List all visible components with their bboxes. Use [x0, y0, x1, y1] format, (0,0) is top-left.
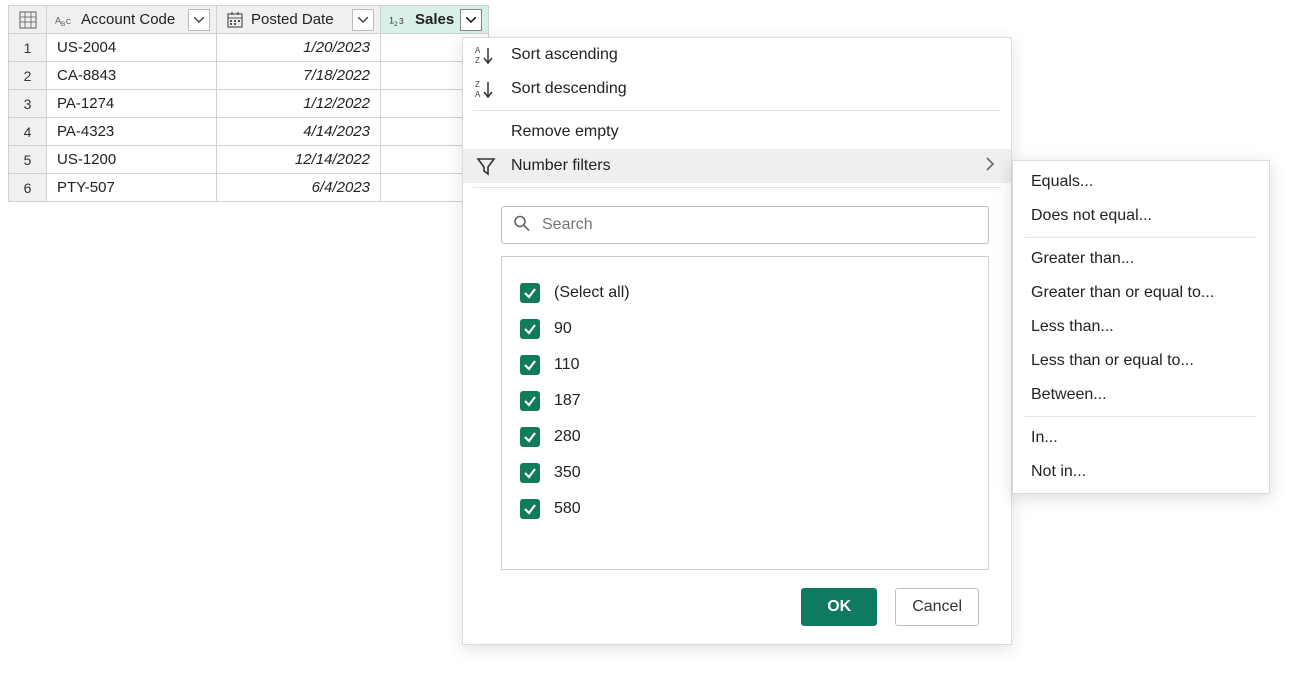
row-number[interactable]: 4 [9, 118, 47, 146]
filter-value-checkbox[interactable]: 110 [520, 347, 988, 383]
column-header-sales[interactable]: 123 Sales [381, 6, 489, 34]
cell-posted-date[interactable]: 12/14/2022 [217, 146, 381, 174]
greater-than-item[interactable]: Greater than... [1013, 242, 1269, 276]
checkbox-checked-icon [520, 499, 540, 519]
filter-value-checkbox[interactable]: 187 [520, 383, 988, 419]
checkbox-label: 280 [554, 428, 581, 446]
row-number[interactable]: 1 [9, 34, 47, 62]
svg-text:C: C [66, 17, 72, 26]
checkbox-checked-icon [520, 319, 540, 339]
checkbox-label: (Select all) [554, 284, 630, 302]
sort-ascending-item[interactable]: AZ Sort ascending [463, 38, 1011, 72]
cell-account-code[interactable]: PTY-507 [47, 174, 217, 202]
cancel-button[interactable]: Cancel [895, 588, 979, 626]
filter-value-checkbox[interactable]: 280 [520, 419, 988, 455]
cell-posted-date[interactable]: 4/14/2023 [217, 118, 381, 146]
filter-values-panel: (Select all) 90 110 187 280 350 580 [501, 256, 989, 570]
cell-account-code[interactable]: CA-8843 [47, 62, 217, 90]
number-filters-submenu: Equals... Does not equal... Greater than… [1012, 160, 1270, 494]
svg-text:Z: Z [475, 56, 480, 65]
cell-account-code[interactable]: PA-1274 [47, 90, 217, 118]
cell-account-code[interactable]: US-2004 [47, 34, 217, 62]
column-header-posted-date[interactable]: Posted Date [217, 6, 381, 34]
row-number[interactable]: 5 [9, 146, 47, 174]
chevron-right-icon [985, 157, 995, 176]
select-all-checkbox[interactable]: (Select all) [520, 275, 988, 311]
checkbox-label: 110 [554, 356, 580, 374]
sort-asc-icon: AZ [473, 45, 499, 65]
column-label: Account Code [81, 11, 175, 28]
search-icon [513, 215, 531, 236]
checkbox-checked-icon [520, 463, 540, 483]
svg-text:Z: Z [475, 80, 480, 89]
svg-text:A: A [475, 90, 481, 99]
menu-separator [473, 187, 1001, 188]
row-number[interactable]: 6 [9, 174, 47, 202]
remove-empty-item[interactable]: Remove empty [463, 115, 1011, 149]
ok-button[interactable]: OK [801, 588, 877, 626]
menu-label: Remove empty [511, 123, 995, 141]
does-not-equal-item[interactable]: Does not equal... [1013, 199, 1269, 233]
cell-account-code[interactable]: PA-4323 [47, 118, 217, 146]
column-filter-button[interactable] [188, 9, 210, 31]
column-filter-button[interactable] [460, 9, 482, 31]
cell-posted-date[interactable]: 7/18/2022 [217, 62, 381, 90]
number-filters-item[interactable]: Number filters [463, 149, 1011, 183]
in-item[interactable]: In... [1013, 421, 1269, 455]
sort-desc-icon: ZA [473, 79, 499, 99]
column-filter-button[interactable] [352, 9, 374, 31]
checkbox-label: 580 [554, 500, 581, 518]
between-item[interactable]: Between... [1013, 378, 1269, 412]
column-header-account-code[interactable]: ABC Account Code [47, 6, 217, 34]
filter-value-checkbox[interactable]: 580 [520, 491, 988, 527]
checkbox-checked-icon [520, 391, 540, 411]
less-than-item[interactable]: Less than... [1013, 310, 1269, 344]
svg-text:3: 3 [399, 16, 404, 26]
filter-search-input[interactable] [501, 206, 989, 244]
number-type-icon: 123 [389, 10, 409, 30]
cell-posted-date[interactable]: 1/20/2023 [217, 34, 381, 62]
not-in-item[interactable]: Not in... [1013, 455, 1269, 489]
menu-label: Sort descending [511, 80, 995, 98]
text-type-icon: ABC [55, 10, 75, 30]
column-label: Posted Date [251, 11, 334, 28]
filter-icon [473, 156, 499, 176]
filter-dropdown-popup: AZ Sort ascending ZA Sort descending Rem… [462, 37, 1012, 645]
cell-posted-date[interactable]: 1/12/2022 [217, 90, 381, 118]
data-grid: ABC Account Code Posted Date [8, 5, 489, 202]
checkbox-label: 90 [554, 320, 572, 338]
less-than-or-equal-item[interactable]: Less than or equal to... [1013, 344, 1269, 378]
svg-text:A: A [475, 46, 481, 55]
checkbox-checked-icon [520, 355, 540, 375]
table-icon [19, 11, 37, 29]
row-number[interactable]: 2 [9, 62, 47, 90]
row-number[interactable]: 3 [9, 90, 47, 118]
date-type-icon [225, 10, 245, 30]
equals-item[interactable]: Equals... [1013, 165, 1269, 199]
filter-value-checkbox[interactable]: 350 [520, 455, 988, 491]
menu-label: Number filters [511, 157, 973, 175]
sort-descending-item[interactable]: ZA Sort descending [463, 72, 1011, 106]
column-label: Sales [415, 11, 454, 28]
cell-posted-date[interactable]: 6/4/2023 [217, 174, 381, 202]
checkbox-label: 350 [554, 464, 581, 482]
filter-value-checkbox[interactable]: 90 [520, 311, 988, 347]
checkbox-label: 187 [554, 392, 581, 410]
svg-text:2: 2 [394, 20, 398, 27]
menu-separator [473, 110, 1001, 111]
checkbox-checked-icon [520, 283, 540, 303]
greater-than-or-equal-item[interactable]: Greater than or equal to... [1013, 276, 1269, 310]
cell-account-code[interactable]: US-1200 [47, 146, 217, 174]
menu-separator [1025, 416, 1257, 417]
menu-label: Sort ascending [511, 46, 995, 64]
checkbox-checked-icon [520, 427, 540, 447]
table-corner[interactable] [9, 6, 47, 34]
menu-separator [1025, 237, 1257, 238]
